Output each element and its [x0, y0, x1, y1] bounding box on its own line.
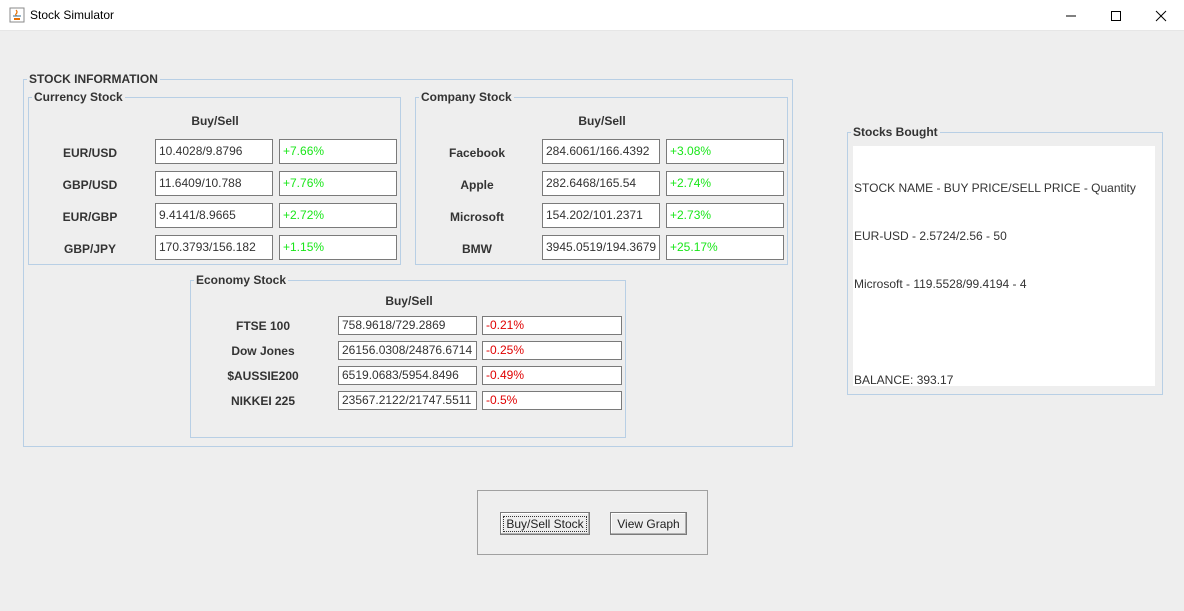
company-name: Microsoft	[450, 210, 504, 224]
stocks-bought-line: STOCK NAME - BUY PRICE/SELL PRICE - Quan…	[854, 181, 1136, 195]
company-name: Apple	[460, 178, 494, 192]
economy-name: $AUSSIE200	[227, 369, 299, 383]
company-price-field[interactable]: 284.6061/166.4392	[542, 139, 660, 164]
stocks-bought-line: Microsoft - 119.5528/99.4194 - 4	[854, 277, 1027, 291]
currency-price-field[interactable]: 170.3793/156.182	[155, 235, 273, 260]
economy-name: NIKKEI 225	[230, 394, 296, 408]
economy-change-field[interactable]: -0.49%	[482, 366, 622, 385]
company-name: BMW	[462, 242, 492, 256]
currency-change-field[interactable]: +7.66%	[279, 139, 397, 164]
currency-price-field[interactable]: 10.4028/9.8796	[155, 139, 273, 164]
currency-change-field[interactable]: +7.76%	[279, 171, 397, 196]
economy-buy-sell-header: Buy/Sell	[385, 294, 433, 308]
company-change-field[interactable]: +3.08%	[666, 139, 784, 164]
close-icon	[1155, 10, 1167, 21]
currency-change-field[interactable]: +2.72%	[279, 203, 397, 228]
economy-stock-title: Economy Stock	[196, 273, 287, 287]
stocks-bought-line: EUR-USD - 2.5724/2.56 - 50	[854, 229, 1007, 243]
economy-change-field[interactable]: -0.25%	[482, 341, 622, 360]
company-change-field[interactable]: +2.74%	[666, 171, 784, 196]
company-price-field[interactable]: 154.202/101.2371	[542, 203, 660, 228]
economy-price-field[interactable]: 6519.0683/5954.8496	[338, 366, 477, 385]
economy-change-field[interactable]: -0.5%	[482, 391, 622, 410]
currency-name: EUR/GBP	[62, 210, 118, 224]
java-app-icon	[9, 7, 25, 23]
economy-price-field[interactable]: 26156.0308/24876.6714	[338, 341, 477, 360]
stock-information-title: STOCK INFORMATION	[29, 72, 158, 86]
company-name: Facebook	[448, 146, 505, 160]
currency-name: GBP/USD	[62, 178, 118, 192]
currency-price-field[interactable]: 11.6409/10.788	[155, 171, 273, 196]
window-title: Stock Simulator	[30, 8, 115, 22]
company-change-field[interactable]: +25.17%	[666, 235, 784, 260]
company-price-field[interactable]: 3945.0519/194.3679	[542, 235, 660, 260]
maximize-button[interactable]	[1093, 0, 1139, 31]
view-graph-button[interactable]: View Graph	[610, 512, 687, 535]
economy-name: Dow Jones	[231, 344, 295, 358]
buy-sell-stock-label: Buy/Sell Stock	[503, 515, 587, 532]
stocks-bought-textarea[interactable]: STOCK NAME - BUY PRICE/SELL PRICE - Quan…	[853, 146, 1155, 387]
company-stock-title: Company Stock	[421, 90, 512, 104]
company-price-field[interactable]: 282.6468/165.54	[542, 171, 660, 196]
currency-name: EUR/USD	[62, 146, 117, 160]
view-graph-label: View Graph	[617, 516, 680, 531]
buy-sell-stock-button[interactable]: Buy/Sell Stock	[500, 512, 590, 535]
minimize-button[interactable]	[1048, 0, 1094, 31]
currency-stock-title: Currency Stock	[34, 90, 123, 104]
economy-price-field[interactable]: 23567.2122/21747.5511	[338, 391, 477, 410]
title-bar: Stock Simulator	[0, 0, 1184, 31]
currency-change-field[interactable]: +1.15%	[279, 235, 397, 260]
currency-name: GBP/JPY	[63, 242, 117, 256]
economy-change-field[interactable]: -0.21%	[482, 316, 622, 335]
stocks-bought-line	[854, 324, 1154, 340]
currency-buy-sell-header: Buy/Sell	[191, 114, 239, 128]
currency-price-field[interactable]: 9.4141/8.9665	[155, 203, 273, 228]
close-button[interactable]	[1138, 0, 1184, 31]
maximize-icon	[1111, 10, 1121, 21]
company-buy-sell-header: Buy/Sell	[578, 114, 626, 128]
economy-price-field[interactable]: 758.9618/729.2869	[338, 316, 477, 335]
stocks-bought-title: Stocks Bought	[853, 125, 938, 139]
economy-name: FTSE 100	[235, 319, 291, 333]
balance-line: BALANCE: 393.17	[854, 373, 954, 387]
minimize-icon	[1066, 15, 1076, 16]
company-change-field[interactable]: +2.73%	[666, 203, 784, 228]
